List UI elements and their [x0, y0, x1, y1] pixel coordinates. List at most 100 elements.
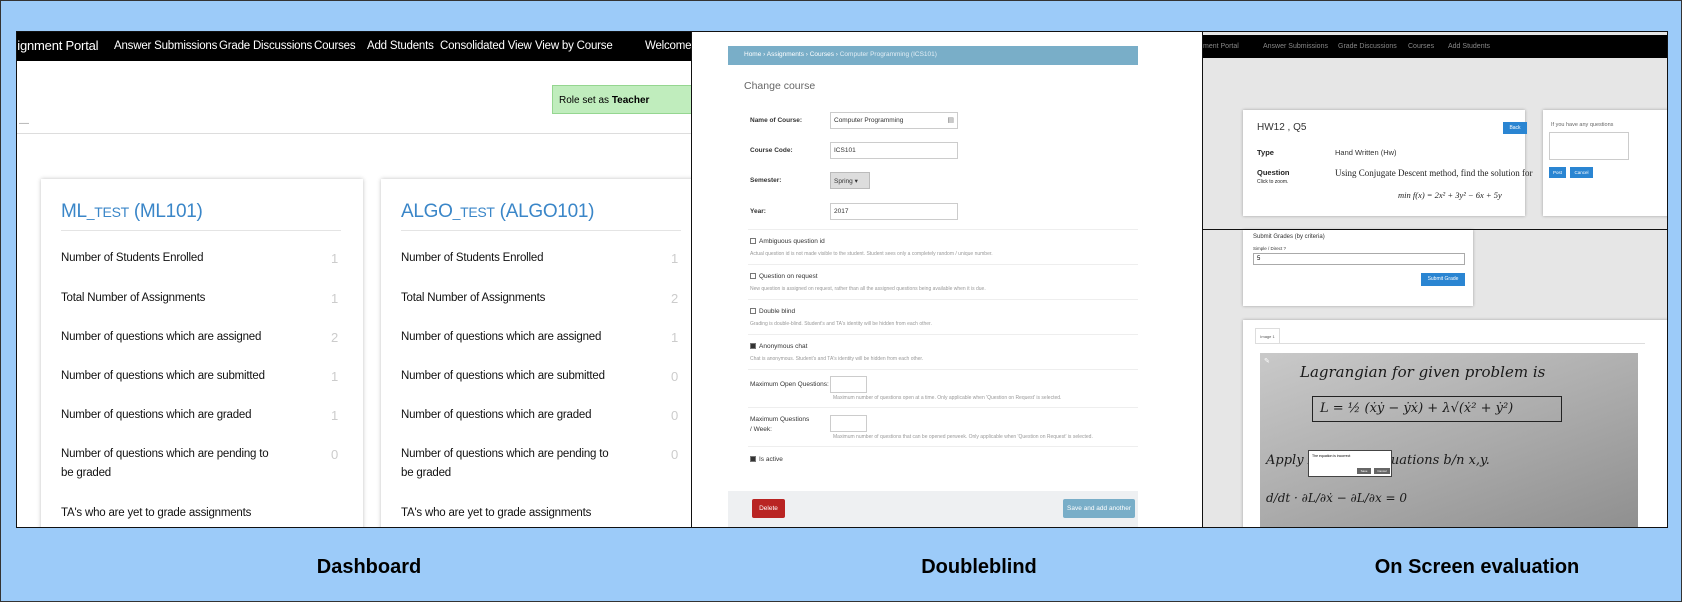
stat-row: TA's who are yet to grade assignments	[61, 507, 252, 519]
annotation-dialog: The equation is incorrect Save Cancel	[1308, 450, 1392, 477]
year-label: Year:	[750, 208, 766, 215]
stat-row: Total Number of Assignments 1	[61, 291, 339, 306]
course-name-label: Name of Course:	[750, 117, 803, 124]
title-underline	[401, 230, 681, 231]
nav-courses[interactable]: Courses	[314, 40, 356, 52]
checkbox-icon[interactable]	[750, 308, 756, 315]
course-code-input[interactable]: ICS101	[830, 142, 958, 159]
back-button[interactable]: Back	[1503, 122, 1527, 134]
course-title[interactable]: ML_TEST (ML101)	[61, 201, 203, 223]
divider	[748, 446, 1138, 447]
tab-underline	[1255, 343, 1645, 344]
annotation-save-button[interactable]: Save	[1357, 468, 1371, 474]
ambiguous-question-checkbox[interactable]: Ambiguous question id	[750, 238, 825, 245]
chat-textarea[interactable]	[1549, 132, 1629, 160]
nav-add-students[interactable]: Add Students	[367, 40, 434, 52]
question-card: HW12 , Q5 Back Type Hand Written (Hw) Qu…	[1243, 110, 1532, 216]
max-week-input[interactable]	[830, 415, 867, 432]
divider	[748, 369, 1138, 370]
question-label: Question	[1257, 168, 1290, 177]
course-code-label: Course Code:	[750, 147, 793, 154]
course-card-ml: ML_TEST (ML101) Number of Students Enrol…	[41, 179, 363, 527]
help-text: Chat is anonymous. Student's and TA's id…	[750, 356, 924, 362]
stat-row: Total Number of Assignments 2	[401, 291, 679, 306]
stat-row: Number of questions which are graded 1	[61, 408, 339, 423]
breadcrumb: Home › Assignments › Courses › Computer …	[728, 46, 1138, 65]
top-navbar: ment Portal Answer Submissions Grade Dis…	[1203, 35, 1667, 58]
portal-brand[interactable]: ment Portal	[1203, 43, 1239, 50]
breadcrumb-links[interactable]: Home › Assignments › Courses ›	[744, 51, 838, 58]
caption-evaluation: On Screen evaluation	[1374, 556, 1580, 578]
chat-prompt: If you have any questions	[1551, 122, 1614, 128]
evaluation-screenshot: ment Portal Answer Submissions Grade Dis…	[1202, 31, 1668, 528]
autofill-icon: ▤	[947, 117, 954, 124]
question-equation[interactable]: min f(x) = 2x² + 3y² − 6x + 5y	[1398, 190, 1502, 200]
year-input[interactable]: 2017	[830, 203, 958, 220]
post-button[interactable]: Post	[1549, 167, 1566, 178]
divider	[748, 407, 1138, 408]
anonymous-chat-checkbox[interactable]: Anonymous chat	[750, 343, 807, 350]
max-week-label: Maximum Questions / Week:	[750, 416, 810, 433]
title-underline	[61, 230, 341, 231]
nav-courses[interactable]: Courses	[1408, 43, 1434, 50]
handwriting-equation: L = ½ (ẋẏ − ẏẋ) + λ√(ẋ² + ẏ²)	[1320, 401, 1514, 416]
breadcrumb-current: Computer Programming (ICS101)	[839, 51, 937, 58]
grade-card: Submit Grades (by criteria) Simple / Dir…	[1243, 230, 1473, 306]
nav-view-by-course[interactable]: View by Course	[535, 40, 613, 52]
stat-row: Number of questions which are pending to…	[401, 447, 679, 479]
checkbox-icon[interactable]	[750, 273, 756, 280]
nav-add-students[interactable]: Add Students	[1448, 43, 1490, 50]
checkbox-checked-icon[interactable]	[750, 456, 756, 463]
handwritten-answer-image[interactable]: ✎ Lagrangian for given problem is L = ½ …	[1260, 353, 1638, 527]
role-prefix: Role set as	[559, 95, 610, 106]
submit-grade-button[interactable]: Submit Grade	[1421, 273, 1465, 286]
simple-label: Simple / Direct ?	[1253, 246, 1287, 251]
semester-select[interactable]: Spring ▾	[830, 172, 870, 189]
stat-row: Number of questions which are graded 0	[401, 408, 679, 423]
nav-answer-submissions[interactable]: Answer Submissions	[114, 40, 217, 52]
role-alert: Role set as Teacher	[552, 85, 691, 114]
portal-brand[interactable]: signment Portal	[17, 38, 99, 53]
caption-doubleblind: Doubleblind	[921, 556, 1037, 578]
nav-consolidated-view[interactable]: Consolidated View	[440, 40, 532, 52]
type-label: Type	[1257, 148, 1274, 157]
question-text[interactable]: Using Conjugate Descent method, find the…	[1335, 168, 1532, 178]
stat-row: Number of questions which are pending to…	[61, 447, 339, 479]
checkbox-icon[interactable]	[750, 238, 756, 245]
stat-row: Number of Students Enrolled 1	[401, 251, 679, 266]
cancel-button[interactable]: Cancel	[1570, 167, 1593, 178]
nav-grade-discussions[interactable]: Grade Discussions	[1338, 43, 1397, 50]
divider	[748, 299, 1138, 300]
course-name-input[interactable]: Computer Programming ▤	[830, 112, 958, 129]
max-open-input[interactable]	[830, 376, 867, 393]
course-card-algo: ALGO_TEST (ALGO101) Number of Students E…	[381, 179, 691, 527]
click-to-zoom[interactable]: Click to zoom.	[1257, 179, 1288, 185]
cut-off-mark: —	[19, 118, 29, 129]
help-text: New question is assigned on request, rat…	[750, 286, 986, 292]
save-and-add-another-button[interactable]: Save and add another	[1063, 499, 1135, 518]
question-on-request-checkbox[interactable]: Question on request	[750, 273, 818, 280]
annotation-cancel-button[interactable]: Cancel	[1374, 468, 1390, 474]
type-value: Hand Written (Hw)	[1335, 148, 1397, 157]
semester-label: Semester:	[750, 177, 782, 184]
course-title[interactable]: ALGO_TEST (ALGO101)	[401, 201, 594, 223]
handwriting-line: Lagrangian for given problem is	[1300, 363, 1546, 381]
nav-welcome[interactable]: Welcome	[645, 40, 691, 52]
annotation-text[interactable]: The equation is incorrect	[1312, 454, 1350, 458]
dashboard-screenshot: signment Portal Answer Submissions Grade…	[16, 31, 692, 528]
stat-row: TA's who are yet to grade assignments	[401, 507, 592, 519]
grade-input[interactable]: 5	[1253, 253, 1465, 265]
delete-button[interactable]: Delete	[752, 499, 785, 518]
page-title: Change course	[744, 80, 816, 92]
checkbox-checked-icon[interactable]	[750, 343, 756, 350]
double-blind-checkbox[interactable]: Double blind	[750, 308, 795, 315]
image-tab[interactable]: Image 1	[1255, 328, 1280, 343]
stat-row: Number of questions which are assigned 1	[401, 330, 679, 345]
help-text: Actual question id is not made visible t…	[750, 251, 993, 257]
nav-grade-discussions[interactable]: Grade Discussions	[219, 40, 312, 52]
pen-icon[interactable]: ✎	[1264, 357, 1270, 365]
is-active-checkbox[interactable]: Is active	[750, 456, 783, 463]
divider	[748, 229, 1138, 230]
nav-answer-submissions[interactable]: Answer Submissions	[1263, 43, 1328, 50]
stat-row: Number of questions which are submitted 0	[401, 369, 679, 384]
